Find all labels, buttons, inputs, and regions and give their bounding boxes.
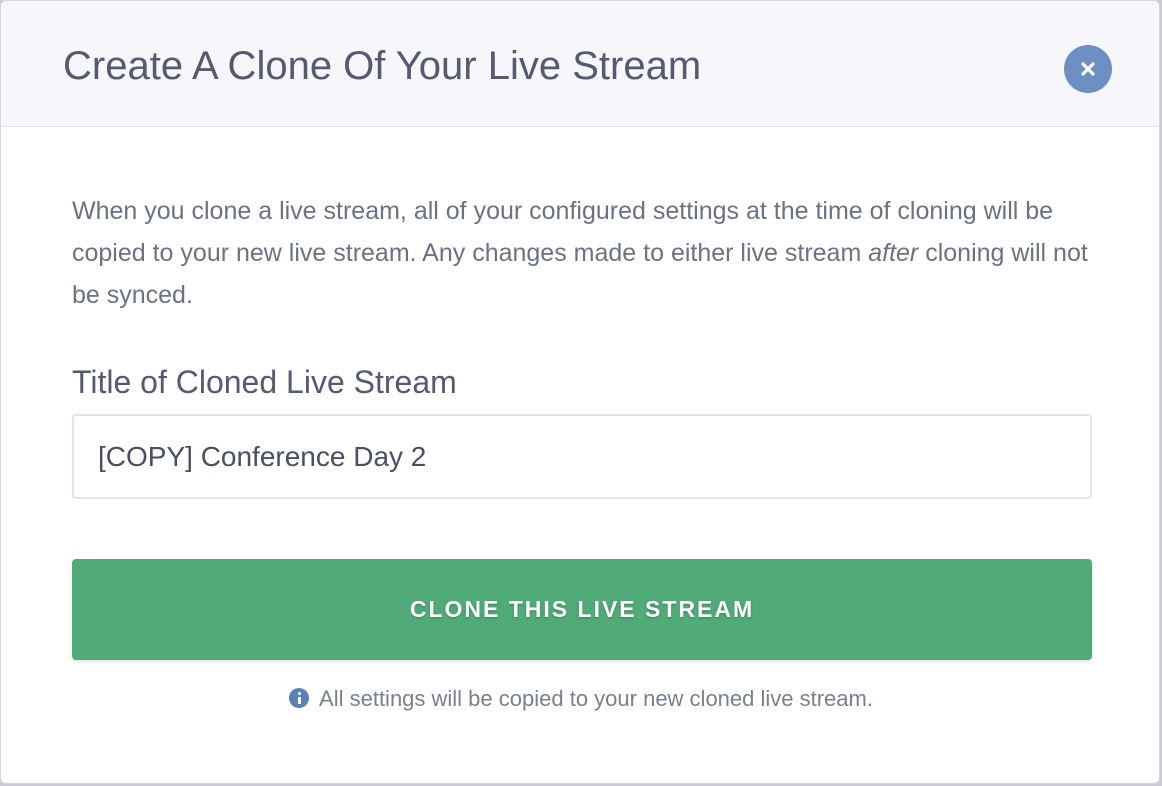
info-note-text: All settings will be copied to your new … — [319, 686, 873, 711]
clone-description: When you clone a live stream, all of you… — [72, 190, 1102, 316]
info-note: All settings will be copied to your new … — [1, 685, 1159, 713]
clone-live-stream-button[interactable]: CLONE THIS LIVE STREAM — [72, 559, 1092, 660]
close-button[interactable] — [1064, 45, 1112, 93]
modal-header: Create A Clone Of Your Live Stream — [1, 1, 1159, 127]
clone-live-stream-modal: Create A Clone Of Your Live Stream When … — [0, 0, 1160, 784]
modal-title: Create A Clone Of Your Live Stream — [63, 44, 702, 88]
description-emphasis: after — [868, 239, 919, 267]
title-field-label: Title of Cloned Live Stream — [72, 364, 457, 400]
clone-title-input[interactable] — [72, 414, 1092, 499]
close-icon — [1081, 62, 1095, 76]
info-icon — [289, 688, 310, 708]
